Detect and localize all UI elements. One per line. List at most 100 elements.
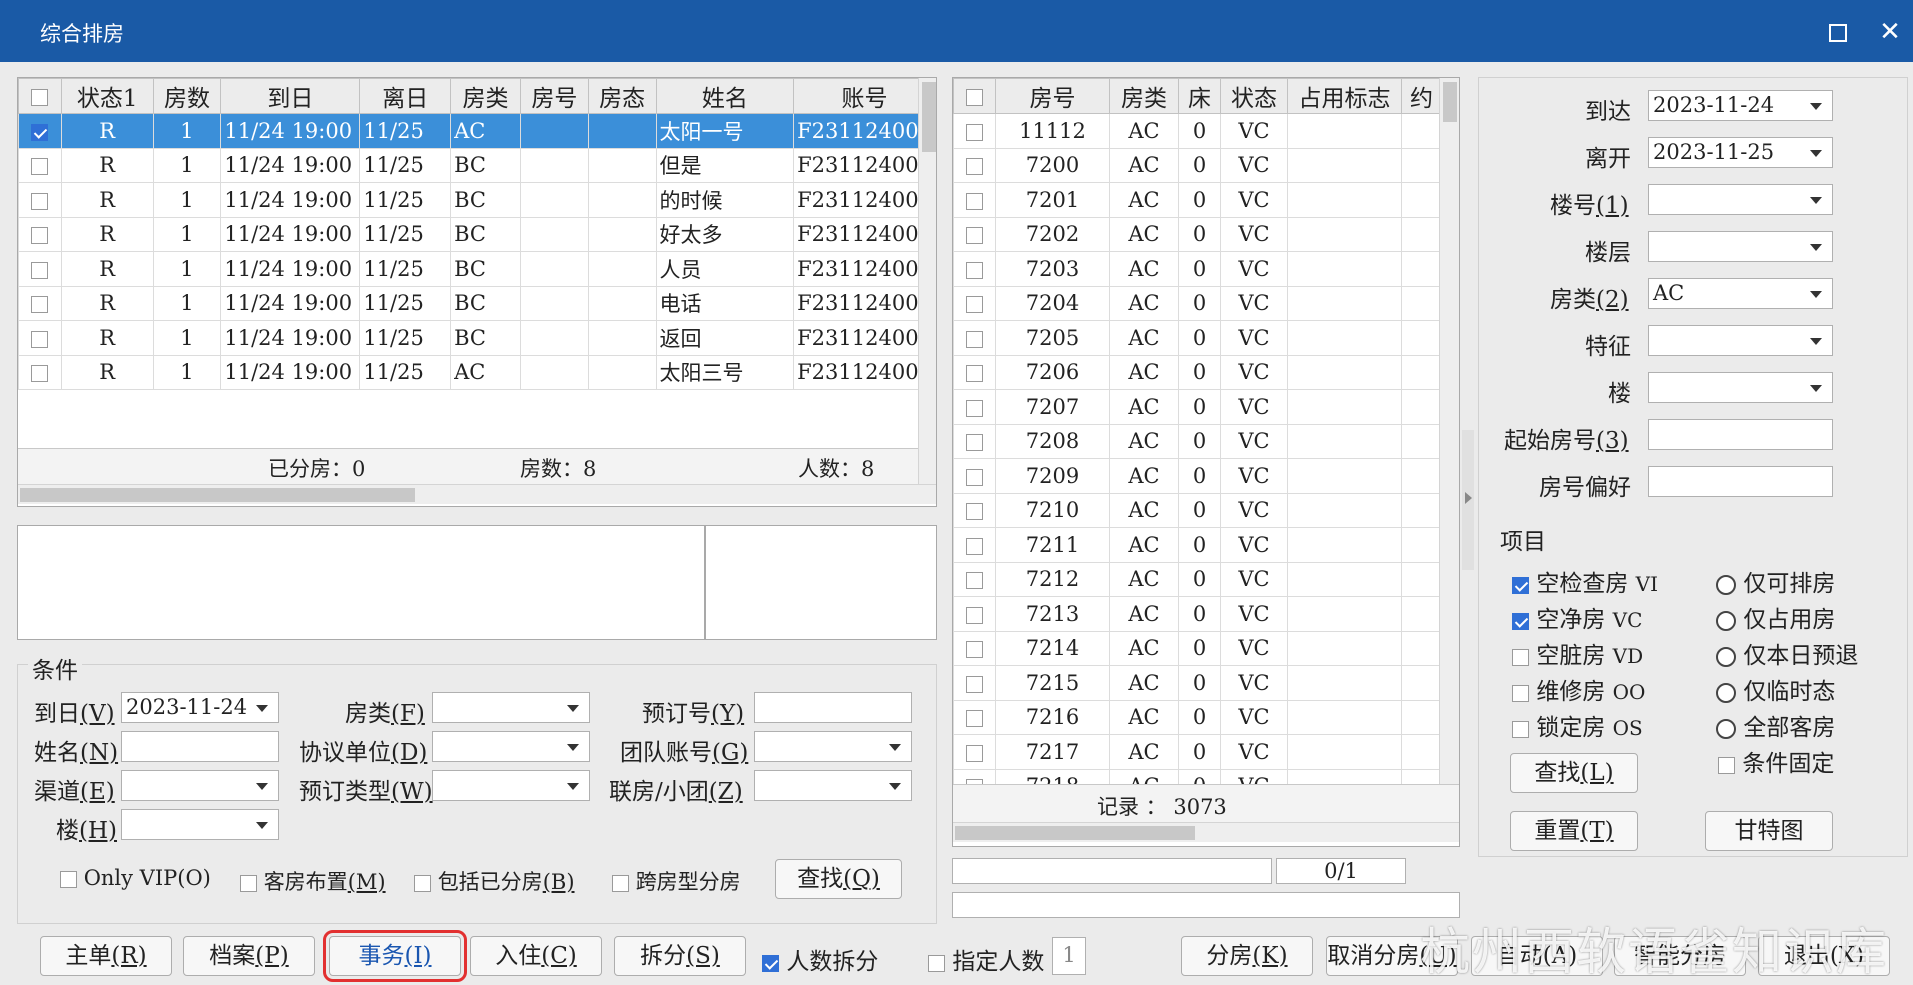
room-row[interactable]: 7202 AC 0 VC xyxy=(953,216,1442,252)
filter-reset-button[interactable]: 重置(T) xyxy=(1510,811,1638,851)
designate-people-checkbox[interactable]: 指定人数 xyxy=(928,942,1044,976)
room-row[interactable]: 7217 AC 0 VC xyxy=(953,734,1442,770)
channel-select[interactable] xyxy=(121,770,279,801)
room-checkbox-cell[interactable] xyxy=(953,113,996,149)
row-checkbox-cell[interactable] xyxy=(18,285,62,321)
room-checkbox-cell[interactable] xyxy=(953,251,996,287)
res-col-header[interactable]: 房号 xyxy=(519,78,589,114)
room-checkbox[interactable] xyxy=(966,710,983,728)
row-checkbox[interactable] xyxy=(31,330,49,348)
roomtype-select[interactable] xyxy=(432,692,590,723)
room-row[interactable]: 7213 AC 0 VC xyxy=(953,596,1442,632)
row-checkbox-cell[interactable] xyxy=(18,320,62,356)
filter-search-button[interactable]: 查找(L) xyxy=(1510,753,1638,793)
room-checkbox-cell[interactable] xyxy=(953,320,996,356)
filter-roomtype-select[interactable]: AC xyxy=(1648,278,1833,309)
room-row[interactable]: 7216 AC 0 VC xyxy=(953,699,1442,735)
room-checkbox[interactable] xyxy=(966,503,983,521)
reservation-row[interactable]: R 1 11/24 19:00 11/25 BC 的时候 F231124001 xyxy=(18,182,936,218)
booking-input[interactable] xyxy=(754,692,912,723)
room-col-header[interactable] xyxy=(953,78,996,114)
scope-radio[interactable]: 仅临时态 xyxy=(1716,672,1835,706)
row-checkbox-cell[interactable] xyxy=(18,354,62,390)
profile-button[interactable]: 档案(P) xyxy=(183,936,315,976)
affair-button[interactable]: 事务(I) xyxy=(323,930,467,982)
status-check-os[interactable]: 锁定房 OS xyxy=(1512,708,1643,742)
row-checkbox[interactable] xyxy=(31,158,49,176)
room-checkbox[interactable] xyxy=(966,123,983,141)
room-checkbox-cell[interactable] xyxy=(953,354,996,390)
row-checkbox[interactable] xyxy=(31,365,49,383)
room-col-header[interactable]: 床 xyxy=(1178,78,1221,114)
room-checkbox-cell[interactable] xyxy=(953,458,996,494)
row-checkbox[interactable] xyxy=(31,261,49,279)
room-row[interactable]: 7210 AC 0 VC xyxy=(953,492,1442,528)
filter-pref-input[interactable] xyxy=(1648,466,1833,497)
assign-room-button[interactable]: 分房(K) xyxy=(1181,936,1313,976)
reservation-row[interactable]: R 1 11/24 19:00 11/25 BC 电话 F231124001 xyxy=(18,285,936,321)
filter-lou-select[interactable] xyxy=(1648,372,1833,403)
res-col-header[interactable]: 房态 xyxy=(587,78,657,114)
room-col-header[interactable]: 占用标志 xyxy=(1287,78,1402,114)
room-checkbox-cell[interactable] xyxy=(953,216,996,252)
link-select[interactable] xyxy=(754,770,912,801)
room-checkbox-cell[interactable] xyxy=(953,423,996,459)
row-checkbox[interactable] xyxy=(31,192,49,210)
room-row[interactable]: 7205 AC 0 VC xyxy=(953,320,1442,356)
status-check-vc[interactable]: 空净房 VC xyxy=(1512,600,1642,634)
name-input[interactable] xyxy=(121,731,279,762)
panel-splitter[interactable] xyxy=(1462,430,1474,570)
room-checkbox[interactable] xyxy=(966,227,983,245)
room-row[interactable]: 7207 AC 0 VC xyxy=(953,389,1442,425)
room-checkbox[interactable] xyxy=(966,744,983,762)
room-checkbox[interactable] xyxy=(966,330,983,348)
room-checkbox-cell[interactable] xyxy=(953,492,996,528)
row-checkbox[interactable] xyxy=(31,227,49,245)
row-checkbox-cell[interactable] xyxy=(18,216,62,252)
reservation-row[interactable]: R 1 11/24 19:00 11/25 BC 好太多 F231124001 xyxy=(18,216,936,252)
room-row[interactable]: 7215 AC 0 VC xyxy=(953,665,1442,701)
reservation-row[interactable]: R 1 11/24 19:00 11/25 BC 但是 F231124001 xyxy=(18,147,936,183)
room-row[interactable]: 7209 AC 0 VC xyxy=(953,458,1442,494)
status-check-oo[interactable]: 维修房 OO xyxy=(1512,672,1645,706)
company-select[interactable] xyxy=(432,731,590,762)
room-checkbox[interactable] xyxy=(966,192,983,210)
filter-arrive-field[interactable]: 2023-11-24 xyxy=(1648,90,1833,121)
split-button[interactable]: 拆分(S) xyxy=(614,936,746,976)
res-col-header[interactable]: 姓名 xyxy=(655,78,795,114)
scope-radio[interactable]: 全部客房 xyxy=(1716,708,1835,742)
room-checkbox[interactable] xyxy=(966,296,983,314)
room-row[interactable]: 7204 AC 0 VC xyxy=(953,285,1442,321)
status-check-vi[interactable]: 空检查房 VI xyxy=(1512,564,1658,598)
cross-type-checkbox[interactable]: 跨房型分房 xyxy=(612,866,741,896)
main-order-button[interactable]: 主单(R) xyxy=(40,936,172,976)
reservation-row[interactable]: R 1 11/24 19:00 11/25 AC 太阳一号 F231124000 xyxy=(18,113,936,149)
group-select[interactable] xyxy=(754,731,912,762)
res-col-header[interactable] xyxy=(18,78,62,114)
row-checkbox[interactable] xyxy=(31,123,49,141)
row-checkbox-cell[interactable] xyxy=(18,182,62,218)
close-icon[interactable]: ✕ xyxy=(1870,12,1910,52)
include-assigned-checkbox[interactable]: 包括已分房(B) xyxy=(414,866,575,896)
building-select[interactable] xyxy=(121,809,279,840)
room-checkbox-cell[interactable] xyxy=(953,182,996,218)
layout-checkbox[interactable]: 客房布置(M) xyxy=(240,866,386,896)
designate-people-input[interactable]: 1 xyxy=(1052,937,1086,975)
room-checkbox[interactable] xyxy=(966,434,983,452)
room-checkbox[interactable] xyxy=(966,468,983,486)
room-checkbox[interactable] xyxy=(966,537,983,555)
room-row[interactable]: 7211 AC 0 VC xyxy=(953,527,1442,563)
room-hscroll[interactable] xyxy=(953,822,1459,842)
room-row[interactable]: 7200 AC 0 VC xyxy=(953,147,1442,183)
arrive-date-field[interactable]: 2023-11-24 xyxy=(121,692,279,723)
room-checkbox[interactable] xyxy=(966,606,983,624)
room-col-header[interactable]: 状态 xyxy=(1220,78,1288,114)
reservation-row[interactable]: R 1 11/24 19:00 11/25 BC 人员 F231124001 xyxy=(18,251,936,287)
room-checkbox-cell[interactable] xyxy=(953,630,996,666)
room-checkbox-cell[interactable] xyxy=(953,596,996,632)
filter-floor-select[interactable] xyxy=(1648,231,1833,262)
filter-feature-select[interactable] xyxy=(1648,325,1833,356)
room-checkbox[interactable] xyxy=(966,675,983,693)
room-checkbox[interactable] xyxy=(966,399,983,417)
reservation-vscroll[interactable] xyxy=(918,78,936,484)
